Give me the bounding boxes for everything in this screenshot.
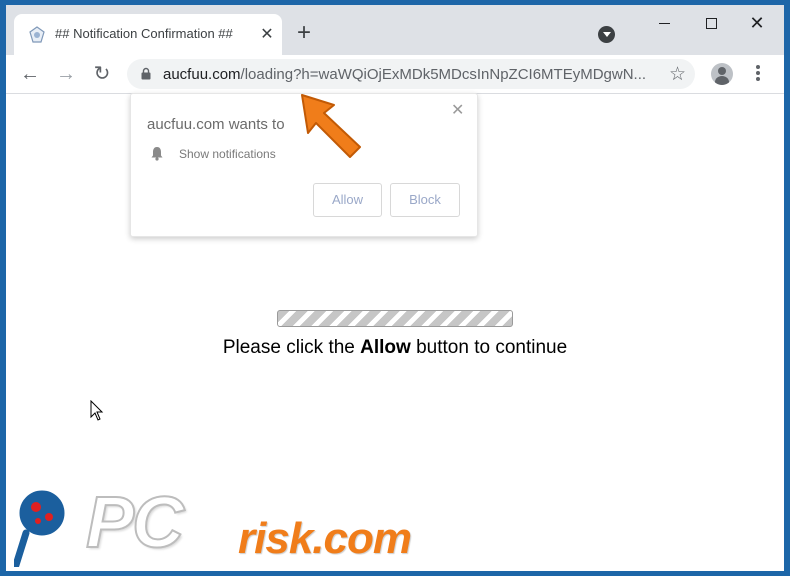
tab-close-icon[interactable]: ✕ (258, 26, 276, 44)
orange-arrow-icon (301, 94, 361, 158)
pcrisk-watermark: PC risk.com (6, 482, 476, 567)
address-bar[interactable]: aucfuu.com/loading?h=waWQiOjExMDk5MDcsIn… (127, 59, 695, 89)
reload-icon[interactable]: ↻ (90, 62, 114, 86)
title-bar: ## Notification Confirmation ## ✕ + ✕ (6, 5, 784, 55)
page-content: aucfuu.com wants to ✕ Show notifications… (6, 93, 784, 571)
popup-title: aucfuu.com wants to (147, 116, 285, 133)
popup-close-icon[interactable]: ✕ (451, 100, 464, 120)
watermark-risk: risk.com (238, 514, 412, 563)
loading-progress-bar (277, 310, 513, 327)
url-text[interactable]: aucfuu.com/loading?h=waWQiOjExMDk5MDcsIn… (163, 66, 658, 83)
url-host: aucfuu.com (163, 66, 241, 83)
bell-icon (151, 147, 163, 161)
lock-icon[interactable] (141, 67, 151, 80)
allow-button[interactable]: Allow (313, 183, 382, 217)
magnifier-logo-icon (14, 487, 68, 567)
close-window-button[interactable]: ✕ (734, 8, 780, 38)
message-text-start: Please click the (222, 337, 361, 358)
bookmark-star-icon[interactable]: ☆ (669, 63, 686, 86)
minimize-button[interactable] (642, 8, 688, 38)
browser-window: ## Notification Confirmation ## ✕ + ✕ ← … (6, 5, 784, 571)
message-allow-bold: Allow (360, 337, 411, 358)
watermark-pc: PC (85, 482, 185, 564)
globe-favicon-icon (29, 26, 45, 43)
new-tab-button[interactable]: + (293, 21, 315, 45)
tab-search-icon[interactable] (598, 26, 615, 43)
url-path: /loading?h=waWQiOjExMDk5MDcsInNpZCI6MTEy… (240, 66, 647, 83)
message-text-end: button to continue (410, 337, 568, 358)
block-button[interactable]: Block (390, 183, 460, 217)
profile-avatar-icon[interactable] (711, 63, 733, 85)
tab-title: ## Notification Confirmation ## (55, 26, 233, 41)
forward-icon[interactable]: → (54, 62, 78, 86)
permission-label: Show notifications (179, 147, 276, 161)
browser-menu-icon[interactable] (751, 63, 765, 85)
active-tab[interactable]: ## Notification Confirmation ## ✕ (14, 14, 282, 55)
instruction-message: Please click the Allow button to continu… (6, 337, 784, 359)
back-icon[interactable]: ← (18, 62, 42, 86)
maximize-button[interactable] (688, 8, 734, 38)
browser-toolbar: ← → ↻ aucfuu.com/loading?h=waWQiOjExMDk5… (6, 55, 784, 94)
mouse-cursor-icon (90, 400, 104, 421)
